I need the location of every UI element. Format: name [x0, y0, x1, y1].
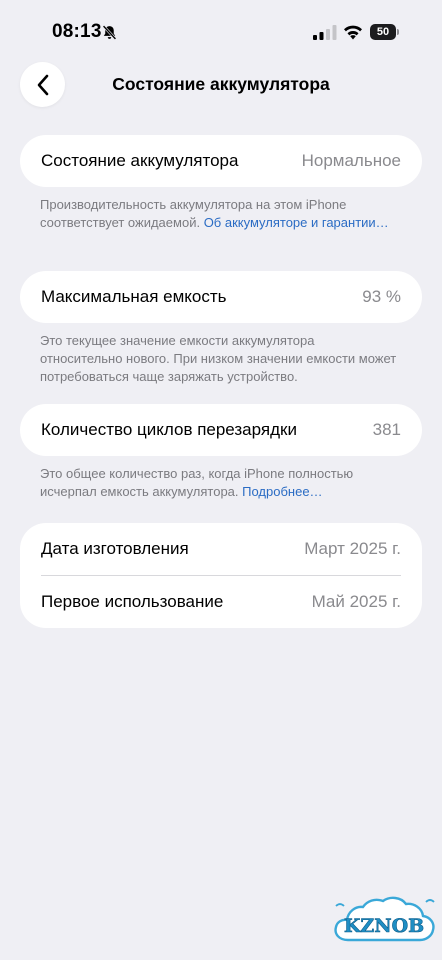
battery-health-value: Нормальное: [301, 151, 401, 170]
kznob-watermark-logo: KZNOB: [334, 896, 435, 942]
cycle-count-value: 381: [372, 420, 401, 439]
battery-health-footnote: Производительность аккумулятора на этом …: [40, 196, 400, 232]
battery-icon: 50: [370, 24, 399, 40]
first-use-row: Первое использование Май 2025 г.: [20, 576, 422, 628]
cycle-count-label: Количество циклов перезарядки: [41, 420, 297, 439]
signal-icon: [313, 25, 337, 40]
first-use-value: Май 2025 г.: [311, 592, 401, 611]
learn-more-link[interactable]: Подробнее…: [242, 484, 322, 499]
max-capacity-value: 93 %: [362, 287, 401, 306]
max-capacity-footnote: Это текущее значение емкости аккумулятор…: [40, 333, 397, 384]
battery-health-screen: 08:13 50 Состояние аккумулятора Состояни…: [0, 0, 442, 960]
cycle-count-footnote: Это общее количество раз, когда iPhone п…: [40, 465, 400, 501]
max-capacity-card: Максимальная емкость 93 %: [20, 271, 422, 323]
bell-slash-icon: [102, 25, 117, 40]
svg-text:KZNOB: KZNOB: [344, 915, 424, 937]
battery-level: 50: [370, 24, 396, 40]
status-bar: 08:13 50: [0, 0, 442, 60]
status-time: 08:13: [52, 21, 102, 42]
battery-warranty-link[interactable]: Об аккумуляторе и гаранти­и…: [204, 215, 389, 230]
battery-cap: [397, 29, 399, 35]
battery-health-label: Состояние аккумулятора: [41, 151, 239, 170]
first-use-label: Первое использование: [41, 592, 224, 611]
page-title: Состояние аккумулятора: [112, 74, 330, 94]
battery-health-card: Состояние аккумулятора Нормальное: [20, 135, 422, 187]
manufacture-date-label: Дата изготовления: [41, 539, 189, 558]
max-capacity-label: Максимальная емкость: [41, 287, 227, 306]
wifi-icon: [344, 25, 362, 40]
cycle-count-card: Количество циклов перезарядки 381: [20, 404, 422, 456]
battery-health-row[interactable]: Состояние аккумулятора Нормальное: [20, 135, 422, 187]
dates-card: Дата изготовления Март 2025 г. Первое ис…: [20, 523, 422, 628]
max-capacity-row: Максимальная емкость 93 %: [20, 271, 422, 323]
manufacture-date-row: Дата изготовления Март 2025 г.: [20, 523, 422, 575]
manufacture-date-value: Март 2025 г.: [304, 539, 401, 558]
cycle-count-row: Количество циклов перезарядки 381: [20, 404, 422, 456]
